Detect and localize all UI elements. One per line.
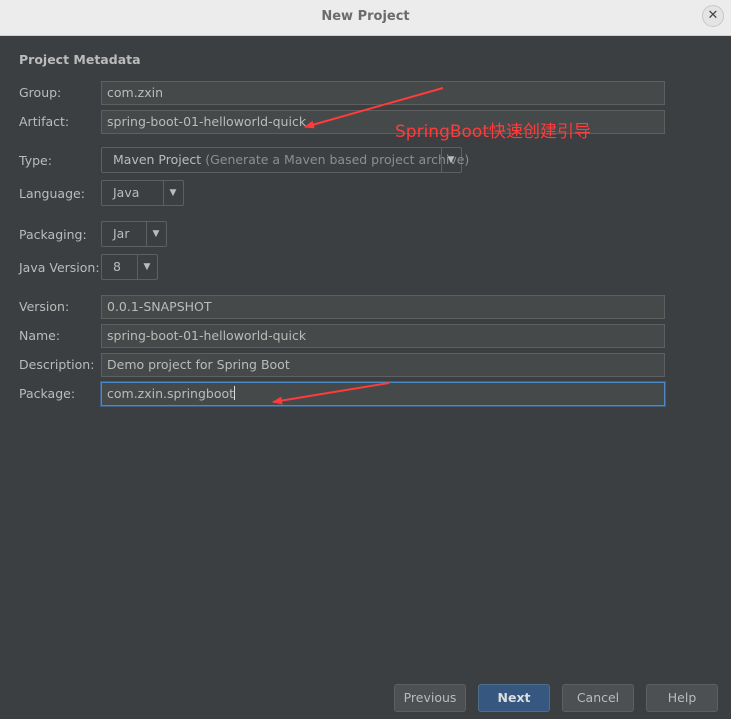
package-label: Package: — [19, 386, 76, 401]
type-select-value: Maven Project (Generate a Maven based pr… — [102, 148, 469, 172]
description-label: Description: — [19, 357, 95, 372]
packaging-select-value: Jar — [113, 226, 130, 241]
language-label: Language: — [19, 186, 85, 201]
artifact-label: Artifact: — [19, 114, 70, 129]
group-label: Group: — [19, 85, 62, 100]
next-button[interactable]: Next — [478, 684, 550, 712]
java-version-label: Java Version: — [19, 260, 100, 275]
text-caret — [234, 386, 236, 400]
package-field-value: com.zxin.springboot — [107, 386, 235, 401]
packaging-select[interactable]: Jar ▼ — [101, 221, 167, 247]
chevron-down-icon[interactable]: ▼ — [147, 222, 165, 246]
cancel-button[interactable]: Cancel — [562, 684, 634, 712]
version-field[interactable]: 0.0.1-SNAPSHOT — [101, 295, 665, 319]
annotation-text: SpringBoot快速创建引导 — [395, 122, 591, 142]
chevron-down-icon[interactable]: ▼ — [164, 181, 182, 205]
description-field[interactable]: Demo project for Spring Boot — [101, 353, 665, 377]
type-select[interactable]: Maven Project (Generate a Maven based pr… — [101, 147, 469, 173]
section-title: Project Metadata — [19, 52, 141, 67]
previous-button[interactable]: Previous — [394, 684, 466, 712]
window-title: New Project — [321, 9, 410, 24]
group-field[interactable]: com.zxin — [101, 81, 665, 105]
package-field[interactable]: com.zxin.springboot — [101, 382, 665, 406]
name-field[interactable]: spring-boot-01-helloworld-quick — [101, 324, 665, 348]
type-label: Type: — [19, 153, 52, 168]
help-button[interactable]: Help — [646, 684, 718, 712]
java-version-select[interactable]: 8 ▼ — [101, 254, 158, 280]
type-select-selected: Maven Project — [113, 152, 202, 167]
close-button[interactable]: ✕ — [702, 5, 724, 27]
language-select[interactable]: Java ▼ — [101, 180, 184, 206]
type-select-hint: (Generate a Maven based project archive) — [205, 152, 470, 167]
java-version-select-value: 8 — [113, 259, 121, 274]
chevron-down-icon[interactable]: ▼ — [138, 255, 156, 279]
name-label: Name: — [19, 328, 61, 343]
chevron-down-icon[interactable]: ▼ — [442, 148, 460, 172]
packaging-label: Packaging: — [19, 227, 87, 242]
title-bar: New Project ✕ — [0, 0, 731, 36]
version-label: Version: — [19, 299, 70, 314]
language-select-value: Java — [113, 185, 140, 200]
